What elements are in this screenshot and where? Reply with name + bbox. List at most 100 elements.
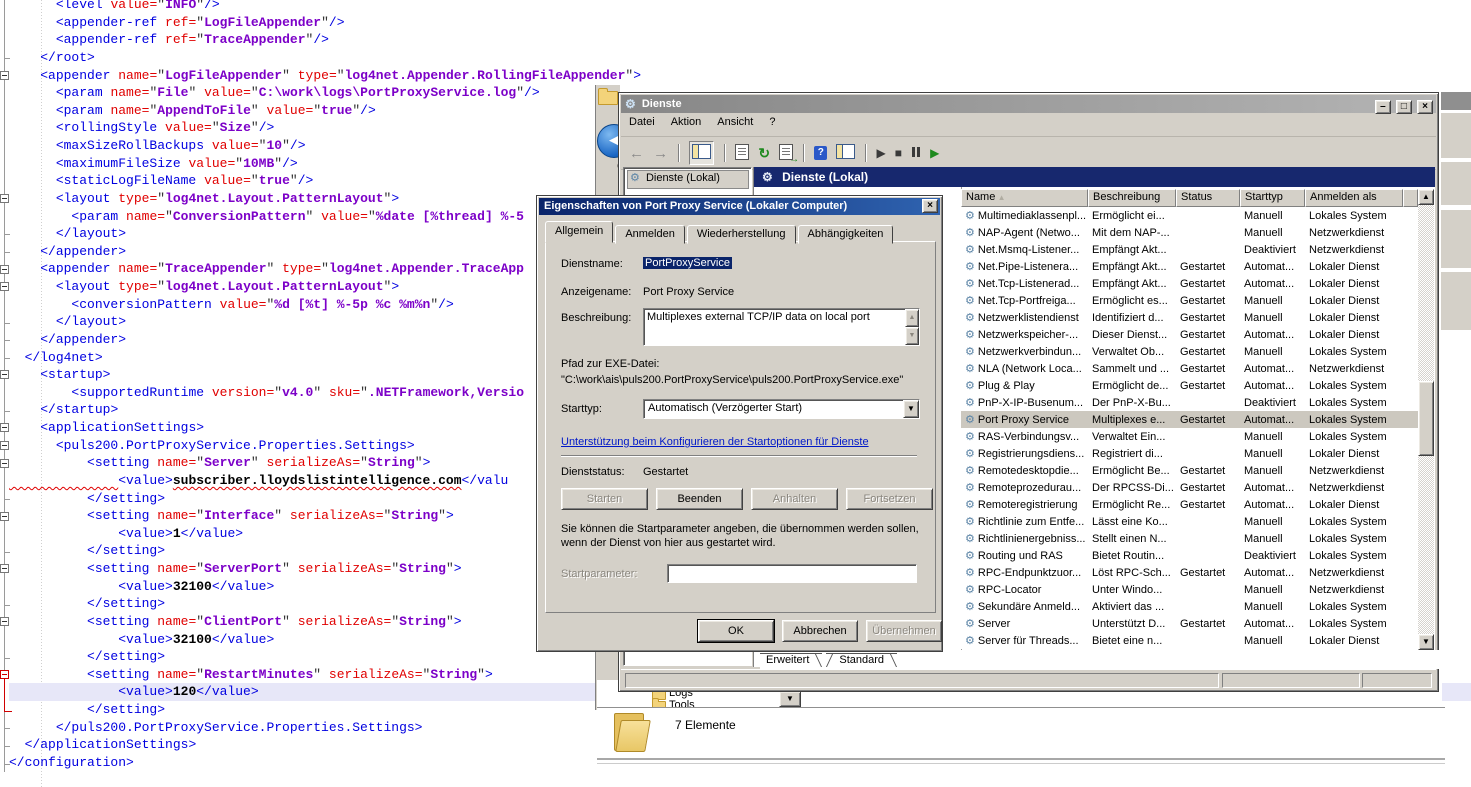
tab-abhngigkeiten[interactable]: Abhängigkeiten	[798, 225, 894, 244]
tab-wiederherstellung[interactable]: Wiederherstellung	[687, 225, 796, 244]
close-icon[interactable]: ×	[1417, 100, 1433, 114]
forward-button[interactable]: →	[653, 145, 668, 162]
textbox-scroll-down[interactable]: ▼	[905, 327, 919, 345]
dialog-titlebar[interactable]: Eigenschaften von Port Proxy Service (Lo…	[539, 198, 940, 215]
menu-item-ansicht[interactable]: Ansicht	[709, 113, 761, 131]
fold-toggle-icon[interactable]	[0, 282, 9, 291]
service-row[interactable]: ⚙RAS-Verbindungsv...Verwaltet Ein...Manu…	[961, 428, 1418, 445]
service-row[interactable]: ⚙RemoteregistrierungErmöglicht Re...Gest…	[961, 496, 1418, 513]
tab-allgemein[interactable]: Allgemein	[545, 221, 613, 243]
service-cell: Automat...	[1240, 278, 1305, 290]
service-cell: Mit dem NAP-...	[1088, 227, 1176, 239]
service-row[interactable]: ⚙Net.Msmq-Listener...Empfängt Akt...Deak…	[961, 241, 1418, 258]
service-row[interactable]: ⚙Net.Pipe-Listenera...Empfängt Akt...Ges…	[961, 258, 1418, 275]
view-tab-standard[interactable]: Standard	[826, 653, 897, 667]
menu-item-?[interactable]: ?	[761, 113, 783, 131]
restart-service-button[interactable]: ▶	[930, 146, 939, 160]
fold-toggle-icon[interactable]	[0, 459, 9, 468]
fold-toggle-icon[interactable]	[0, 617, 9, 626]
service-row[interactable]: ⚙Multimediaklassenpl...Ermöglicht ei...M…	[961, 207, 1418, 224]
fold-toggle-icon[interactable]	[0, 512, 9, 521]
service-row[interactable]: ⚙Net.Tcp-Portfreiga...Ermöglicht es...Ge…	[961, 292, 1418, 309]
menu-item-datei[interactable]: Datei	[621, 113, 663, 131]
service-row[interactable]: ⚙NAP-Agent (Netwo...Mit dem NAP-...Manue…	[961, 224, 1418, 241]
startparameter-input[interactable]	[667, 564, 917, 583]
service-row[interactable]: ⚙Remotedesktopdie...Ermöglicht Be...Gest…	[961, 462, 1418, 479]
service-row[interactable]: ⚙Netzwerkverbindun...Verwaltet Ob...Gest…	[961, 343, 1418, 360]
console-window-button[interactable]	[836, 144, 855, 162]
service-row[interactable]: ⚙Server für Threads...Bietet eine n...Ma…	[961, 632, 1418, 649]
export-list-button[interactable]: →	[779, 144, 793, 163]
pause-service-button[interactable]	[911, 147, 921, 160]
starttyp-combobox[interactable]: Automatisch (Verzögerter Start) ▼	[643, 399, 920, 419]
fold-toggle-icon[interactable]	[0, 441, 9, 450]
beenden-button[interactable]: Beenden	[656, 488, 743, 510]
refresh-button[interactable]: ↻	[758, 145, 770, 162]
service-row[interactable]: ⚙PnP-X-IP-Busenum...Der PnP-X-Bu...Deakt…	[961, 394, 1418, 411]
service-row[interactable]: ⚙ServerUnterstützt D...GestartetAutomat.…	[961, 615, 1418, 632]
show-console-tree-button[interactable]	[689, 141, 714, 165]
fold-toggle-icon[interactable]	[0, 423, 9, 432]
service-row[interactable]: ⚙NLA (Network Loca...Sammelt und ...Gest…	[961, 360, 1418, 377]
tree-item-dienste-lokal[interactable]: ⚙ Dienste (Lokal)	[627, 170, 749, 189]
background-window-edge-block	[1440, 272, 1471, 330]
stop-service-button[interactable]: ■	[895, 146, 902, 160]
service-row[interactable]: ⚙Richtlinie zum Entfe...Lässt eine Ko...…	[961, 513, 1418, 530]
fold-toggle-icon[interactable]	[0, 265, 9, 274]
service-row[interactable]: ⚙Net.Tcp-Listenerad...Empfängt Akt...Ges…	[961, 275, 1418, 292]
service-row[interactable]: ⚙Routing und RASBietet Routin...Deaktivi…	[961, 547, 1418, 564]
column-header-anmeldenals[interactable]: Anmelden als	[1305, 189, 1403, 207]
minimize-icon[interactable]: –	[1375, 100, 1391, 114]
ok-button[interactable]: OK	[698, 620, 774, 642]
startoptions-help-link[interactable]: Unterstützung beim Konfigurieren der Sta…	[561, 436, 869, 448]
back-button[interactable]: ←	[629, 145, 644, 162]
fold-toggle-icon[interactable]	[0, 194, 9, 203]
vertical-scrollbar[interactable]: ▲ ▼	[1418, 189, 1434, 650]
dienstname-value[interactable]: PortProxyService	[643, 257, 732, 269]
help-button[interactable]: ?	[814, 146, 827, 160]
service-row[interactable]: ⚙Remoteprozedurau...Der RPCSS-Di...Gesta…	[961, 479, 1418, 496]
service-row[interactable]: ⚙Richtlinienergebniss...Stellt einen N..…	[961, 530, 1418, 547]
column-header-beschreibung[interactable]: Beschreibung	[1088, 189, 1176, 207]
textbox-scroll-up[interactable]: ▲	[905, 309, 919, 327]
fortsetzen-button: Fortsetzen	[846, 488, 933, 510]
column-header-status[interactable]: Status	[1176, 189, 1240, 207]
column-header-stub[interactable]	[1403, 189, 1418, 207]
combo-dropdown-button[interactable]: ▼	[903, 400, 919, 418]
service-row[interactable]: ⚙Registrierungsdiens...Registriert di...…	[961, 445, 1418, 462]
service-row[interactable]: ⚙NetzwerklistendienstIdentifiziert d...G…	[961, 309, 1418, 326]
service-row[interactable]: ⚙Sekundäre Anmeld...Aktiviert das ...Man…	[961, 598, 1418, 615]
folder-label[interactable]: Tools	[669, 699, 695, 707]
fold-toggle-icon[interactable]	[0, 670, 9, 679]
menu-item-aktion[interactable]: Aktion	[663, 113, 710, 131]
close-icon[interactable]: ×	[922, 199, 938, 213]
anzeigename-label: Anzeigename:	[561, 286, 631, 298]
services-window-titlebar[interactable]: ⚙ Dienste – □ ×	[621, 95, 1436, 113]
service-cell: Netzwerkdienst	[1305, 584, 1403, 596]
column-header-name[interactable]: Name ▲	[961, 189, 1088, 207]
scroll-up-button[interactable]: ▲	[1418, 189, 1434, 205]
abbrechen-button[interactable]: Abbrechen	[782, 620, 858, 642]
service-cell: ⚙Port Proxy Service	[961, 413, 1088, 426]
column-header-starttyp[interactable]: Starttyp	[1240, 189, 1305, 207]
start-service-button[interactable]: ▶	[876, 146, 885, 160]
background-window-edge-block	[1440, 162, 1471, 205]
service-row[interactable]: ⚙RPC-Endpunktzuor...Löst RPC-Sch...Gesta…	[961, 564, 1418, 581]
service-row[interactable]: ⚙Netzwerkspeicher-...Dieser Dienst...Ges…	[961, 326, 1418, 343]
fold-toggle-icon[interactable]	[0, 564, 9, 573]
beschreibung-textbox[interactable]: Multiplexes external TCP/IP data on loca…	[643, 308, 920, 346]
properties-button[interactable]	[735, 144, 749, 163]
service-cell: Netzwerkdienst	[1305, 227, 1403, 239]
services-window-title: Dienste	[642, 98, 682, 110]
scroll-down-button[interactable]: ▼	[1418, 634, 1434, 650]
service-row[interactable]: ⚙RPC-LocatorUnter Windo...ManuellNetzwer…	[961, 581, 1418, 598]
service-row[interactable]: ⚙Plug & PlayErmöglicht de...GestartetAut…	[961, 377, 1418, 394]
view-tab-erweitert[interactable]: Erweitert	[760, 653, 822, 667]
tab-anmelden[interactable]: Anmelden	[615, 225, 685, 244]
maximize-icon[interactable]: □	[1396, 100, 1412, 114]
service-row[interactable]: ⚙Port Proxy ServiceMultiplexes e...Gesta…	[961, 411, 1418, 428]
fold-toggle-icon[interactable]	[0, 71, 9, 80]
fold-toggle-icon[interactable]	[0, 370, 9, 379]
scrollbar-thumb[interactable]	[1418, 381, 1434, 456]
dropdown-button[interactable]: ▼	[779, 691, 801, 707]
